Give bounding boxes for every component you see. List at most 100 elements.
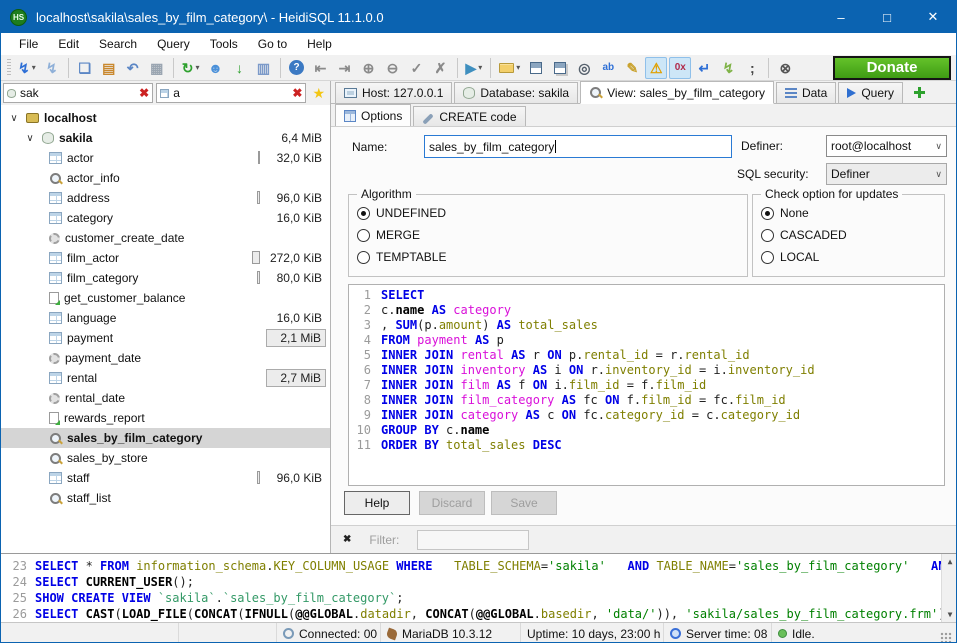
favorites-filter-icon[interactable]: ★: [312, 85, 325, 102]
view-body-editor[interactable]: 1SELECT2c.name AS category3, SUM(p.amoun…: [348, 284, 945, 486]
menu-help[interactable]: Help: [297, 37, 342, 51]
semicolon-icon[interactable]: ;: [741, 57, 763, 79]
donate-button[interactable]: Donate: [833, 56, 951, 80]
copy-icon[interactable]: ❏: [74, 57, 96, 79]
reconnect-icon[interactable]: ↯: [717, 57, 739, 79]
menu-query[interactable]: Query: [147, 37, 200, 51]
tree-item-get-customer-balance[interactable]: get_customer_balance: [1, 288, 330, 308]
scroll-down-icon[interactable]: ▼: [948, 607, 953, 622]
tree-item-sales-by-film-category[interactable]: sales_by_film_category: [1, 428, 330, 448]
discard-button[interactable]: Discard: [419, 491, 485, 515]
tree-item-actor[interactable]: actor32,0 KiB: [1, 148, 330, 168]
tree-item-category[interactable]: category16,0 KiB: [1, 208, 330, 228]
print-icon[interactable]: ▦: [146, 57, 168, 79]
replace-icon[interactable]: ab: [597, 57, 619, 79]
cancel-icon[interactable]: ✗: [430, 57, 452, 79]
radio-local[interactable]: [761, 251, 774, 264]
save-as-icon[interactable]: [549, 57, 571, 79]
tree-item-sales-by-store[interactable]: sales_by_store: [1, 448, 330, 468]
user-manager-icon[interactable]: ☻: [205, 57, 227, 79]
radio-merge[interactable]: [357, 229, 370, 242]
tree-item-payment[interactable]: payment2,1 MiB: [1, 328, 330, 348]
menu-tools[interactable]: Tools: [200, 37, 248, 51]
menu-edit[interactable]: Edit: [48, 37, 89, 51]
filter-input[interactable]: [417, 530, 529, 550]
tree-item-staff[interactable]: staff96,0 KiB: [1, 468, 330, 488]
help-button[interactable]: Help: [344, 491, 410, 515]
view-name-input[interactable]: sales_by_film_category: [424, 135, 732, 158]
tree-item-language[interactable]: language16,0 KiB: [1, 308, 330, 328]
tab-create-code[interactable]: CREATE code: [413, 106, 525, 126]
menu-file[interactable]: File: [9, 37, 48, 51]
increase-icon[interactable]: ⊕: [358, 57, 380, 79]
connect-icon-dropdown[interactable]: ▾: [32, 63, 36, 72]
tab-data[interactable]: Data: [776, 82, 836, 103]
tree-item-payment-date[interactable]: payment_date: [1, 348, 330, 368]
save-blob-icon[interactable]: ▥: [253, 57, 275, 79]
stop-icon[interactable]: ⊗: [774, 57, 796, 79]
sql-security-dropdown[interactable]: Definer ∨: [826, 163, 947, 185]
warning-toggle-icon[interactable]: ⚠: [645, 57, 667, 79]
minimize-button[interactable]: –: [818, 1, 864, 33]
tree-item-actor-info[interactable]: actor_info: [1, 168, 330, 188]
help-icon[interactable]: ?: [286, 57, 308, 79]
clear-filter-icon[interactable]: ✖: [139, 86, 149, 100]
paste-icon[interactable]: ▤: [98, 57, 120, 79]
algorithm-option-temptable[interactable]: TEMPTABLE: [349, 246, 747, 268]
check-option-option-local[interactable]: LOCAL: [753, 246, 944, 268]
tree-item-rental-date[interactable]: rental_date: [1, 388, 330, 408]
save-button[interactable]: Save: [491, 491, 557, 515]
scroll-up-icon[interactable]: ▲: [948, 554, 953, 569]
hex-toggle-icon[interactable]: 0x: [669, 57, 691, 79]
radio-none[interactable]: [761, 207, 774, 220]
maximize-button[interactable]: □: [864, 1, 910, 33]
open-file-icon[interactable]: ▾: [496, 57, 523, 79]
tree-item-rewards-report[interactable]: rewards_report: [1, 408, 330, 428]
radio-cascaded[interactable]: [761, 229, 774, 242]
last-record-icon[interactable]: ⇥: [334, 57, 356, 79]
tree-item-customer-create-date[interactable]: customer_create_date: [1, 228, 330, 248]
apply-icon[interactable]: ✓: [406, 57, 428, 79]
tree-item-film-category[interactable]: film_category80,0 KiB: [1, 268, 330, 288]
radio-undefined[interactable]: [357, 207, 370, 220]
tab-options[interactable]: Options: [335, 104, 411, 126]
decrease-icon[interactable]: ⊖: [382, 57, 404, 79]
new-query-tab-icon[interactable]: [913, 86, 926, 99]
tab-view-sales-by-film-category[interactable]: View: sales_by_film_category: [580, 81, 774, 104]
filter-close-icon[interactable]: ✖: [343, 534, 351, 545]
tree-item-address[interactable]: address96,0 KiB: [1, 188, 330, 208]
menu-search[interactable]: Search: [89, 37, 147, 51]
refresh-icon[interactable]: ↻▾: [179, 57, 203, 79]
refresh-icon-dropdown[interactable]: ▾: [195, 63, 199, 72]
log-scrollbar[interactable]: ▲ ▼: [941, 554, 957, 622]
definer-combobox[interactable]: root@localhost ∨: [826, 135, 947, 157]
toolbar-grip[interactable]: [7, 59, 11, 77]
tab-host-127-0-0-1[interactable]: Host: 127.0.0.1: [335, 82, 452, 103]
find-icon[interactable]: ◎: [573, 57, 595, 79]
tree-item-staff-list[interactable]: staff_list: [1, 488, 330, 508]
algorithm-option-undefined[interactable]: UNDEFINED: [349, 202, 747, 224]
run-query-icon[interactable]: ▶▾: [463, 57, 486, 79]
run-query-icon-dropdown[interactable]: ▾: [478, 63, 482, 72]
disconnect-icon[interactable]: ↯: [41, 57, 63, 79]
clear-filter-icon[interactable]: ✖: [292, 86, 302, 100]
first-record-icon[interactable]: ⇤: [310, 57, 332, 79]
linebreak-icon[interactable]: ↵: [693, 57, 715, 79]
resize-grip[interactable]: [940, 632, 952, 643]
tab-database-sakila[interactable]: Database: sakila: [454, 82, 578, 103]
export-sql-icon[interactable]: ↓: [229, 57, 251, 79]
tree-item-sakila[interactable]: ∨sakila6,4 MiB: [1, 128, 330, 148]
connect-icon[interactable]: ↯▾: [15, 57, 39, 79]
tree-item-rental[interactable]: rental2,7 MiB: [1, 368, 330, 388]
expand-chevron-icon[interactable]: ∨: [7, 113, 21, 124]
algorithm-option-merge[interactable]: MERGE: [349, 224, 747, 246]
undo-icon[interactable]: ↶: [122, 57, 144, 79]
expand-chevron-icon[interactable]: ∨: [23, 133, 37, 144]
tree-item-localhost[interactable]: ∨localhost: [1, 108, 330, 128]
menu-go-to[interactable]: Go to: [248, 37, 297, 51]
tree-item-film-actor[interactable]: film_actor272,0 KiB: [1, 248, 330, 268]
tab-query[interactable]: Query: [838, 82, 903, 103]
save-file-icon[interactable]: [525, 57, 547, 79]
check-option-option-none[interactable]: None: [753, 202, 944, 224]
check-option-option-cascaded[interactable]: CASCADED: [753, 224, 944, 246]
